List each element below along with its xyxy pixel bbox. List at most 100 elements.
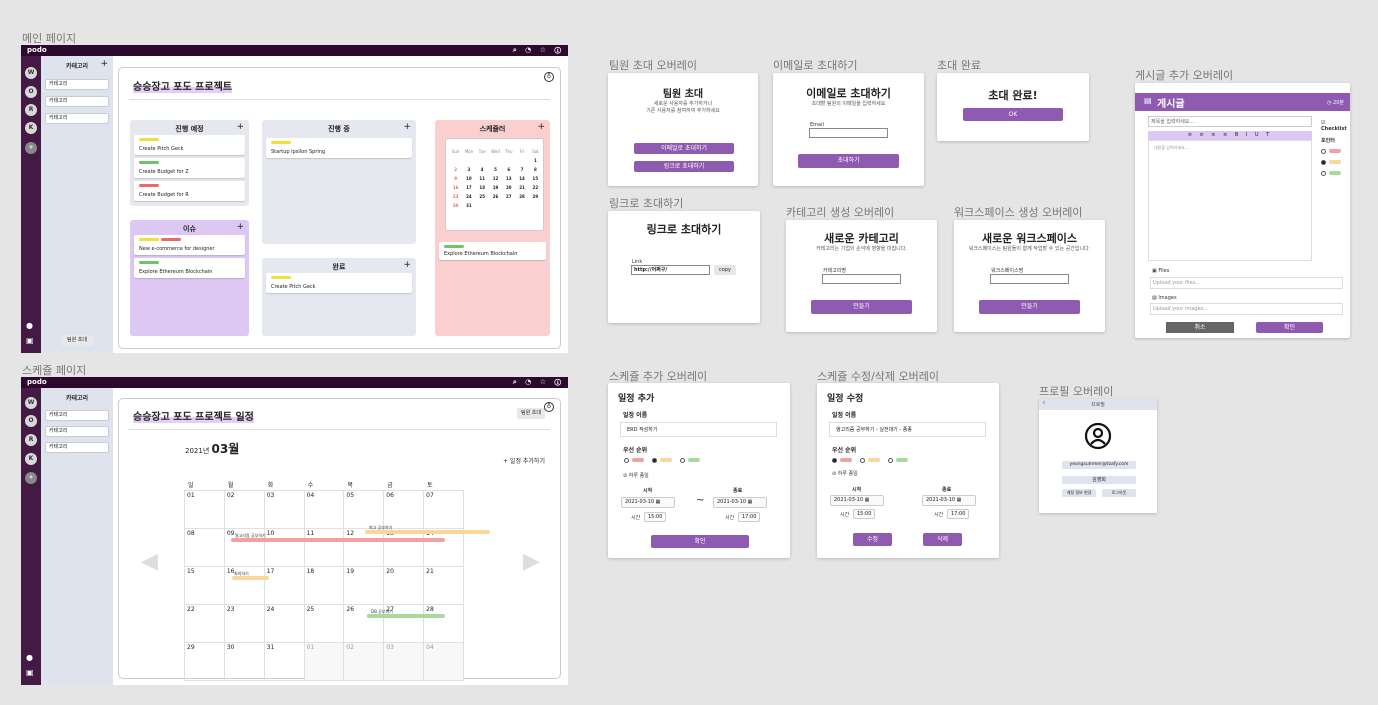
add-category-button[interactable]: + <box>100 59 108 69</box>
calendar-day-cell[interactable]: 24 <box>263 604 305 643</box>
mini-cal-day[interactable]: 11 <box>476 176 489 181</box>
mini-cal-day[interactable]: 8 <box>529 167 542 172</box>
calendar-day-cell[interactable]: 01 <box>184 490 225 529</box>
email-input[interactable] <box>809 128 888 138</box>
task-card[interactable]: Explore Ethereum Blockchain <box>134 258 245 278</box>
add-card-button[interactable]: + <box>236 122 244 132</box>
allday-checkbox[interactable]: ⊘ 하루 종일 <box>623 472 649 479</box>
calendar-day-cell[interactable]: 03 <box>263 490 305 529</box>
calendar-day-cell[interactable]: 29 <box>184 642 225 681</box>
sidebar-item-category[interactable]: 카테고리 <box>45 442 109 453</box>
send-invite-button[interactable]: 초대하기 <box>798 154 899 168</box>
allday-checkbox[interactable]: ⊘ 하루 종일 <box>832 470 858 477</box>
mini-cal-day[interactable]: 28 <box>515 194 528 199</box>
calendar-day-cell[interactable]: 22 <box>184 604 225 643</box>
add-schedule-button[interactable]: + 일정 추가하기 <box>503 456 545 465</box>
calendar-day-cell[interactable]: 15 <box>184 566 225 605</box>
calendar-day-cell[interactable]: 08 <box>184 528 225 567</box>
mini-cal-day[interactable]: 6 <box>502 167 515 172</box>
calendar-day-cell[interactable]: 11 <box>303 528 345 567</box>
logout-button[interactable]: 로그아웃 <box>1102 489 1136 497</box>
category-name-input[interactable] <box>822 274 901 284</box>
calendar-icon[interactable]: ▣ <box>26 336 34 345</box>
sidebar-item-category[interactable]: 카테고리 <box>45 79 109 90</box>
mini-cal-day[interactable]: 3 <box>462 167 475 172</box>
mini-cal-day[interactable]: 17 <box>462 185 475 190</box>
mini-cal-day[interactable]: 16 <box>449 185 462 190</box>
calendar-day-cell[interactable]: 21 <box>423 566 464 605</box>
mini-cal-day[interactable]: 24 <box>462 194 475 199</box>
email-invite-button[interactable]: 이메일로 초대하기 <box>634 143 734 154</box>
task-card[interactable]: Startup Ipsilon Spring <box>266 138 412 158</box>
mini-cal-day[interactable]: 25 <box>476 194 489 199</box>
calendar-day-cell[interactable]: 10 <box>263 528 305 567</box>
calendar-day-cell[interactable]: 19 <box>343 566 385 605</box>
priority-radio[interactable] <box>652 458 657 463</box>
top-icons[interactable]: ⌕ ◔ ☆ ⓘ <box>513 45 564 56</box>
link-input[interactable]: http://어쩌구/ <box>631 265 710 275</box>
task-card[interactable]: Create Pitch Geck <box>266 273 412 293</box>
link-invite-button[interactable]: 링크로 초대하기 <box>634 161 734 172</box>
calendar-day-cell[interactable]: 03 <box>383 642 425 681</box>
mini-cal-day[interactable]: 5 <box>489 167 502 172</box>
bulb-icon[interactable]: ♁ <box>544 402 554 412</box>
add-workspace-button[interactable]: + <box>25 142 37 154</box>
start-time[interactable]: 15:00 <box>644 512 666 522</box>
delete-button[interactable]: 삭제 <box>923 533 962 546</box>
workspace-name-input[interactable] <box>990 274 1069 284</box>
sidebar-item-category[interactable]: 카테고리 <box>45 113 109 124</box>
calendar-day-cell[interactable]: 07 <box>423 490 464 529</box>
end-date[interactable]: 2021-03-10 ▦ <box>713 497 767 508</box>
sidebar-item-category[interactable]: 카테고리 <box>45 410 109 421</box>
mini-cal-day[interactable]: 1 <box>529 158 542 163</box>
mini-cal-day[interactable]: 20 <box>502 185 515 190</box>
start-time[interactable]: 15:00 <box>853 509 875 519</box>
priority-radio[interactable] <box>624 458 629 463</box>
confirm-button[interactable]: 확인 <box>651 535 749 548</box>
top-icons[interactable]: ⌕ ◔ ☆ ⓘ <box>513 377 564 388</box>
chat-icon[interactable]: ● <box>26 653 33 662</box>
mini-cal-day[interactable]: 9 <box>449 176 462 181</box>
start-date[interactable]: 2021-03-10 ▦ <box>830 495 884 506</box>
calendar-icon[interactable]: ▣ <box>26 668 34 677</box>
calendar-day-cell[interactable]: 02 <box>223 490 265 529</box>
calendar-day-cell[interactable]: 23 <box>223 604 265 643</box>
sidebar-item-category[interactable]: 카테고리 <box>45 96 109 107</box>
invite-member-button[interactable]: 팀원 초대 <box>61 335 93 346</box>
bulb-icon[interactable]: ♁ <box>544 72 554 82</box>
edit-button[interactable]: 수정 <box>853 533 892 546</box>
create-category-button[interactable]: 만들기 <box>811 300 912 314</box>
mini-cal-day[interactable]: 21 <box>515 185 528 190</box>
priority-radio[interactable] <box>832 458 837 463</box>
task-card[interactable]: Explore Ethereum Blockchain <box>439 242 546 260</box>
priority-radio[interactable] <box>680 458 685 463</box>
check-icon[interactable] <box>1321 171 1326 176</box>
mini-cal-day[interactable]: 7 <box>515 167 528 172</box>
mini-cal-day[interactable]: 30 <box>449 203 462 208</box>
sidebar-item-category[interactable]: 카테고리 <box>45 426 109 437</box>
priority-radio[interactable] <box>888 458 893 463</box>
end-time[interactable]: 17:00 <box>947 509 969 519</box>
create-workspace-button[interactable]: 만들기 <box>979 300 1080 314</box>
check-icon[interactable] <box>1321 160 1326 165</box>
calendar-day-cell[interactable]: 18 <box>303 566 345 605</box>
task-card[interactable]: Create Budget for R <box>134 181 245 201</box>
schedule-name-input[interactable]: ERD 작성하기 <box>620 422 777 437</box>
mini-cal-day[interactable]: 18 <box>476 185 489 190</box>
mini-cal-day[interactable]: 10 <box>462 176 475 181</box>
calendar-day-cell[interactable]: 06 <box>383 490 425 529</box>
editor-toolbar[interactable]: ≡ ≡ ≡ ≡ B I U T <box>1148 131 1312 140</box>
mini-cal-day[interactable]: 14 <box>515 176 528 181</box>
calendar-day-cell[interactable]: 28 <box>423 604 464 643</box>
calendar-day-cell[interactable]: 30 <box>223 642 265 681</box>
calendar-day-cell[interactable]: 20 <box>383 566 425 605</box>
workspace-r[interactable]: R <box>25 434 37 446</box>
workspace-r[interactable]: R <box>25 104 37 116</box>
mini-cal-day[interactable]: 27 <box>502 194 515 199</box>
add-card-button[interactable]: + <box>403 260 411 270</box>
mini-cal-day[interactable]: 13 <box>502 176 515 181</box>
calendar-day-cell[interactable]: 04 <box>423 642 464 681</box>
add-card-button[interactable]: + <box>537 122 545 132</box>
workspace-w[interactable]: W <box>25 67 37 79</box>
calendar-day-cell[interactable]: 01 <box>303 642 345 681</box>
